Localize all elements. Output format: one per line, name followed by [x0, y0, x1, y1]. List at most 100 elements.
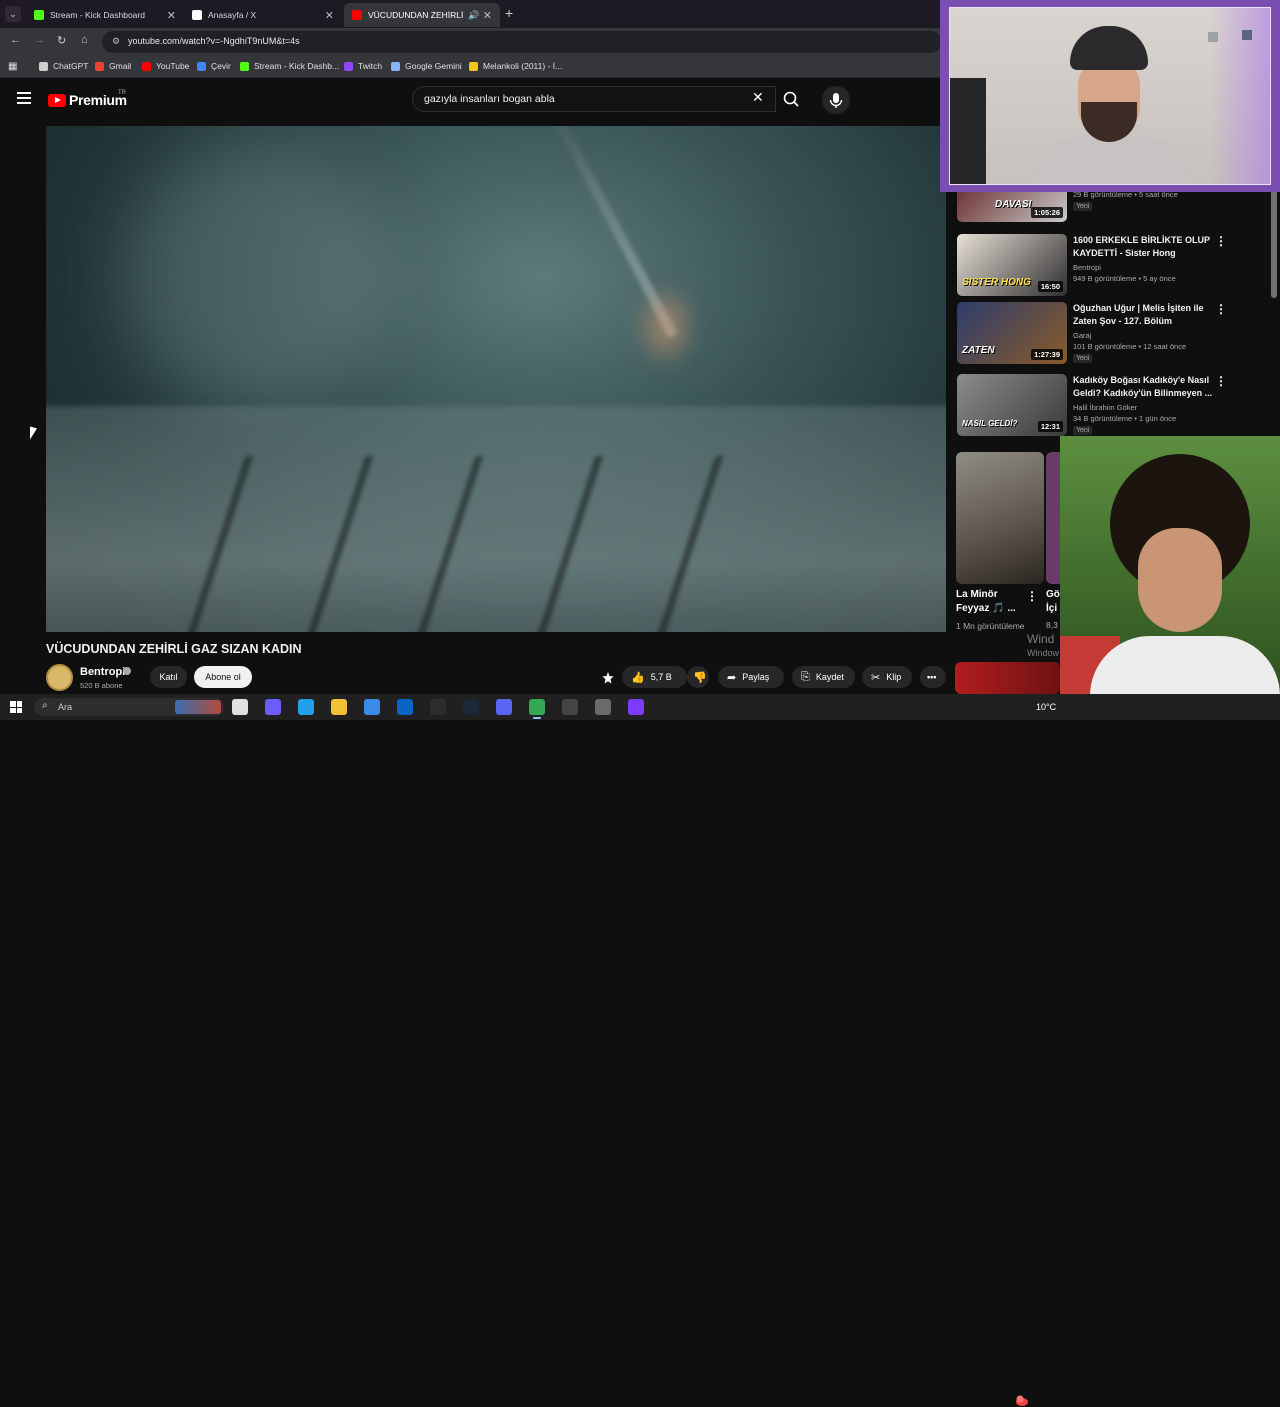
- search-box[interactable]: [412, 86, 776, 112]
- share-button[interactable]: ➦ Paylaş: [718, 666, 784, 688]
- short-thumbnail[interactable]: [955, 662, 1060, 694]
- save-button[interactable]: ⎘ Kaydet: [792, 666, 855, 688]
- video-thumbnail[interactable]: NASIL GELDİ? 12:31: [957, 374, 1067, 436]
- outlook-icon[interactable]: [397, 699, 413, 715]
- bookmark-imdb[interactable]: Melankoli (2011) - İ...: [469, 61, 562, 71]
- file-explorer-icon[interactable]: [331, 699, 347, 715]
- channel-name[interactable]: Bentropi: [1073, 263, 1101, 272]
- bookmark-label: Gmail: [109, 61, 132, 71]
- search-highlight-image: [175, 700, 221, 714]
- imdb-icon: [469, 61, 478, 71]
- audio-playing-icon[interactable]: 🔊: [468, 10, 479, 21]
- dislike-button[interactable]: 👎: [687, 666, 709, 688]
- voice-search-button[interactable]: [822, 86, 850, 114]
- bookmark-icon: ⎘: [801, 670, 810, 683]
- store-icon[interactable]: [364, 699, 380, 715]
- copilot-icon[interactable]: [265, 699, 281, 715]
- more-vertical-icon[interactable]: ⋮: [1215, 302, 1227, 316]
- channel-name[interactable]: Halil İbrahim Göker: [1073, 403, 1137, 412]
- more-vertical-icon[interactable]: ⋮: [1026, 589, 1038, 603]
- video-meta: 34 B görüntüleme • 1 gün önce: [1073, 414, 1177, 423]
- windows-start-icon[interactable]: [10, 701, 22, 713]
- hamburger-menu-icon[interactable]: [17, 92, 31, 104]
- related-video-item[interactable]: ZATEN 1:27:39 Oğuzhan Uğur | Melis İşite…: [955, 302, 1275, 368]
- short-views: 1 Mn görüntüleme: [956, 621, 1025, 631]
- subscriber-count: 520 B abone: [80, 681, 123, 690]
- short-title[interactable]: Gö İçi: [1046, 588, 1060, 616]
- short-thumbnail[interactable]: [956, 452, 1044, 584]
- tab-label: Anasayfa / X: [208, 10, 257, 20]
- video-title[interactable]: 1600 ERKEKLE BİRLİKTE OLUP KAYDETTİ - Si…: [1073, 234, 1213, 260]
- browser-toolbar: ← → ↻ ⌂ ⚙ youtube.com/watch?v=-NgdhiT9nU…: [0, 28, 942, 55]
- new-tab-button[interactable]: +: [505, 5, 513, 21]
- short-title[interactable]: La Minör Feyyaz 🎵 ...: [956, 588, 1028, 616]
- bookmark-twitch[interactable]: Twitch: [344, 61, 382, 71]
- video-title[interactable]: Kadıköy Boğası Kadıköy'e Nasıl Geldi? Ka…: [1073, 374, 1213, 400]
- weather-icon[interactable]: [1014, 1393, 1030, 1407]
- twitch-icon: [344, 61, 353, 71]
- search-button[interactable]: [776, 86, 806, 112]
- webcam-wall-frame: [1242, 30, 1252, 40]
- discord-icon[interactable]: [496, 699, 512, 715]
- overlay-person-face: [1138, 528, 1222, 632]
- bookmark-youtube[interactable]: YouTube: [142, 61, 189, 71]
- clip-button[interactable]: ✂ Klip: [862, 666, 912, 688]
- channel-avatar[interactable]: [46, 664, 73, 691]
- tab-search-button[interactable]: ⌄: [5, 6, 21, 22]
- related-video-item[interactable]: SISTER HONG 16:50 1600 ERKEKLE BİRLİKTE …: [955, 234, 1275, 300]
- youtube-masthead: Premium TR ✕: [0, 78, 940, 122]
- subscribe-button[interactable]: Abone ol: [194, 666, 252, 688]
- webcam-person-cap: [1070, 26, 1148, 70]
- tab-x-home[interactable]: Anasayfa / X ✕: [184, 3, 342, 27]
- obs-icon[interactable]: [430, 699, 446, 715]
- like-count: 5,7 B: [650, 672, 672, 682]
- more-actions-button[interactable]: •••: [920, 666, 946, 688]
- close-tab-icon[interactable]: ✕: [483, 9, 492, 22]
- more-vertical-icon[interactable]: ⋮: [1215, 234, 1227, 248]
- related-video-item[interactable]: NASIL GELDİ? 12:31 Kadıköy Boğası Kadıkö…: [955, 374, 1275, 438]
- bookmark-kick-dashboard[interactable]: Stream - Kick Dashb...: [240, 61, 339, 71]
- clear-search-icon[interactable]: ✕: [752, 89, 764, 106]
- youtube-play-icon: [48, 93, 66, 107]
- bookmark-chatgpt[interactable]: ChatGPT: [39, 61, 88, 71]
- video-title[interactable]: Oğuzhan Uğur | Melis İşiten ile Zaten Şo…: [1073, 302, 1213, 328]
- sidebar-scrollbar[interactable]: [1271, 186, 1277, 298]
- site-info-icon[interactable]: ⚙: [112, 36, 120, 47]
- reload-icon[interactable]: ↻: [57, 34, 66, 47]
- more-vertical-icon[interactable]: ⋮: [1215, 374, 1227, 388]
- address-bar[interactable]: ⚙ youtube.com/watch?v=-NgdhiT9nUM&t=4s: [102, 31, 942, 53]
- tab-kick-dashboard[interactable]: Stream - Kick Dashboard ✕: [26, 3, 184, 27]
- home-icon[interactable]: ⌂: [81, 34, 88, 46]
- sparkle-badge-icon[interactable]: [601, 671, 615, 685]
- close-tab-icon[interactable]: ✕: [325, 9, 334, 22]
- video-duration: 1:27:39: [1031, 349, 1063, 360]
- video-player[interactable]: [46, 126, 946, 632]
- search-input[interactable]: [424, 93, 724, 105]
- forward-arrow-icon[interactable]: →: [34, 34, 45, 46]
- bookmark-gmail[interactable]: Gmail: [95, 61, 131, 71]
- bookmark-gemini[interactable]: Google Gemini: [391, 61, 462, 71]
- video-thumbnail[interactable]: ZATEN 1:27:39: [957, 302, 1067, 364]
- bookmark-translate[interactable]: Çevir: [197, 61, 231, 71]
- video-thumbnail[interactable]: SISTER HONG 16:50: [957, 234, 1067, 296]
- steam-icon[interactable]: [463, 699, 479, 715]
- close-tab-icon[interactable]: ✕: [167, 9, 176, 22]
- chrome-icon[interactable]: [529, 699, 545, 719]
- youtube-logo[interactable]: Premium: [48, 92, 127, 108]
- url-text[interactable]: youtube.com/watch?v=-NgdhiT9nUM&t=4s: [128, 36, 300, 46]
- channel-name[interactable]: Bentropi: [80, 666, 125, 678]
- app-circle-icon[interactable]: [562, 699, 578, 715]
- settings-icon[interactable]: [595, 699, 611, 715]
- short-thumbnail[interactable]: [1046, 452, 1060, 584]
- apps-grid-icon[interactable]: ▦: [8, 61, 17, 72]
- app-purple-icon[interactable]: [628, 699, 644, 715]
- join-button[interactable]: Katıl: [150, 666, 187, 688]
- task-view-icon[interactable]: [232, 699, 248, 715]
- channel-name[interactable]: Garaj: [1073, 331, 1091, 340]
- thumbnail-text: NASIL GELDİ?: [962, 419, 1018, 428]
- bookmark-label: ChatGPT: [53, 61, 89, 71]
- edge-icon[interactable]: [298, 699, 314, 715]
- back-arrow-icon[interactable]: ←: [10, 34, 21, 46]
- tab-youtube-video[interactable]: VÜCUDUNDAN ZEHİRLİ GA 🔊 ✕: [344, 3, 500, 27]
- like-button[interactable]: 👍 5,7 B: [622, 666, 687, 688]
